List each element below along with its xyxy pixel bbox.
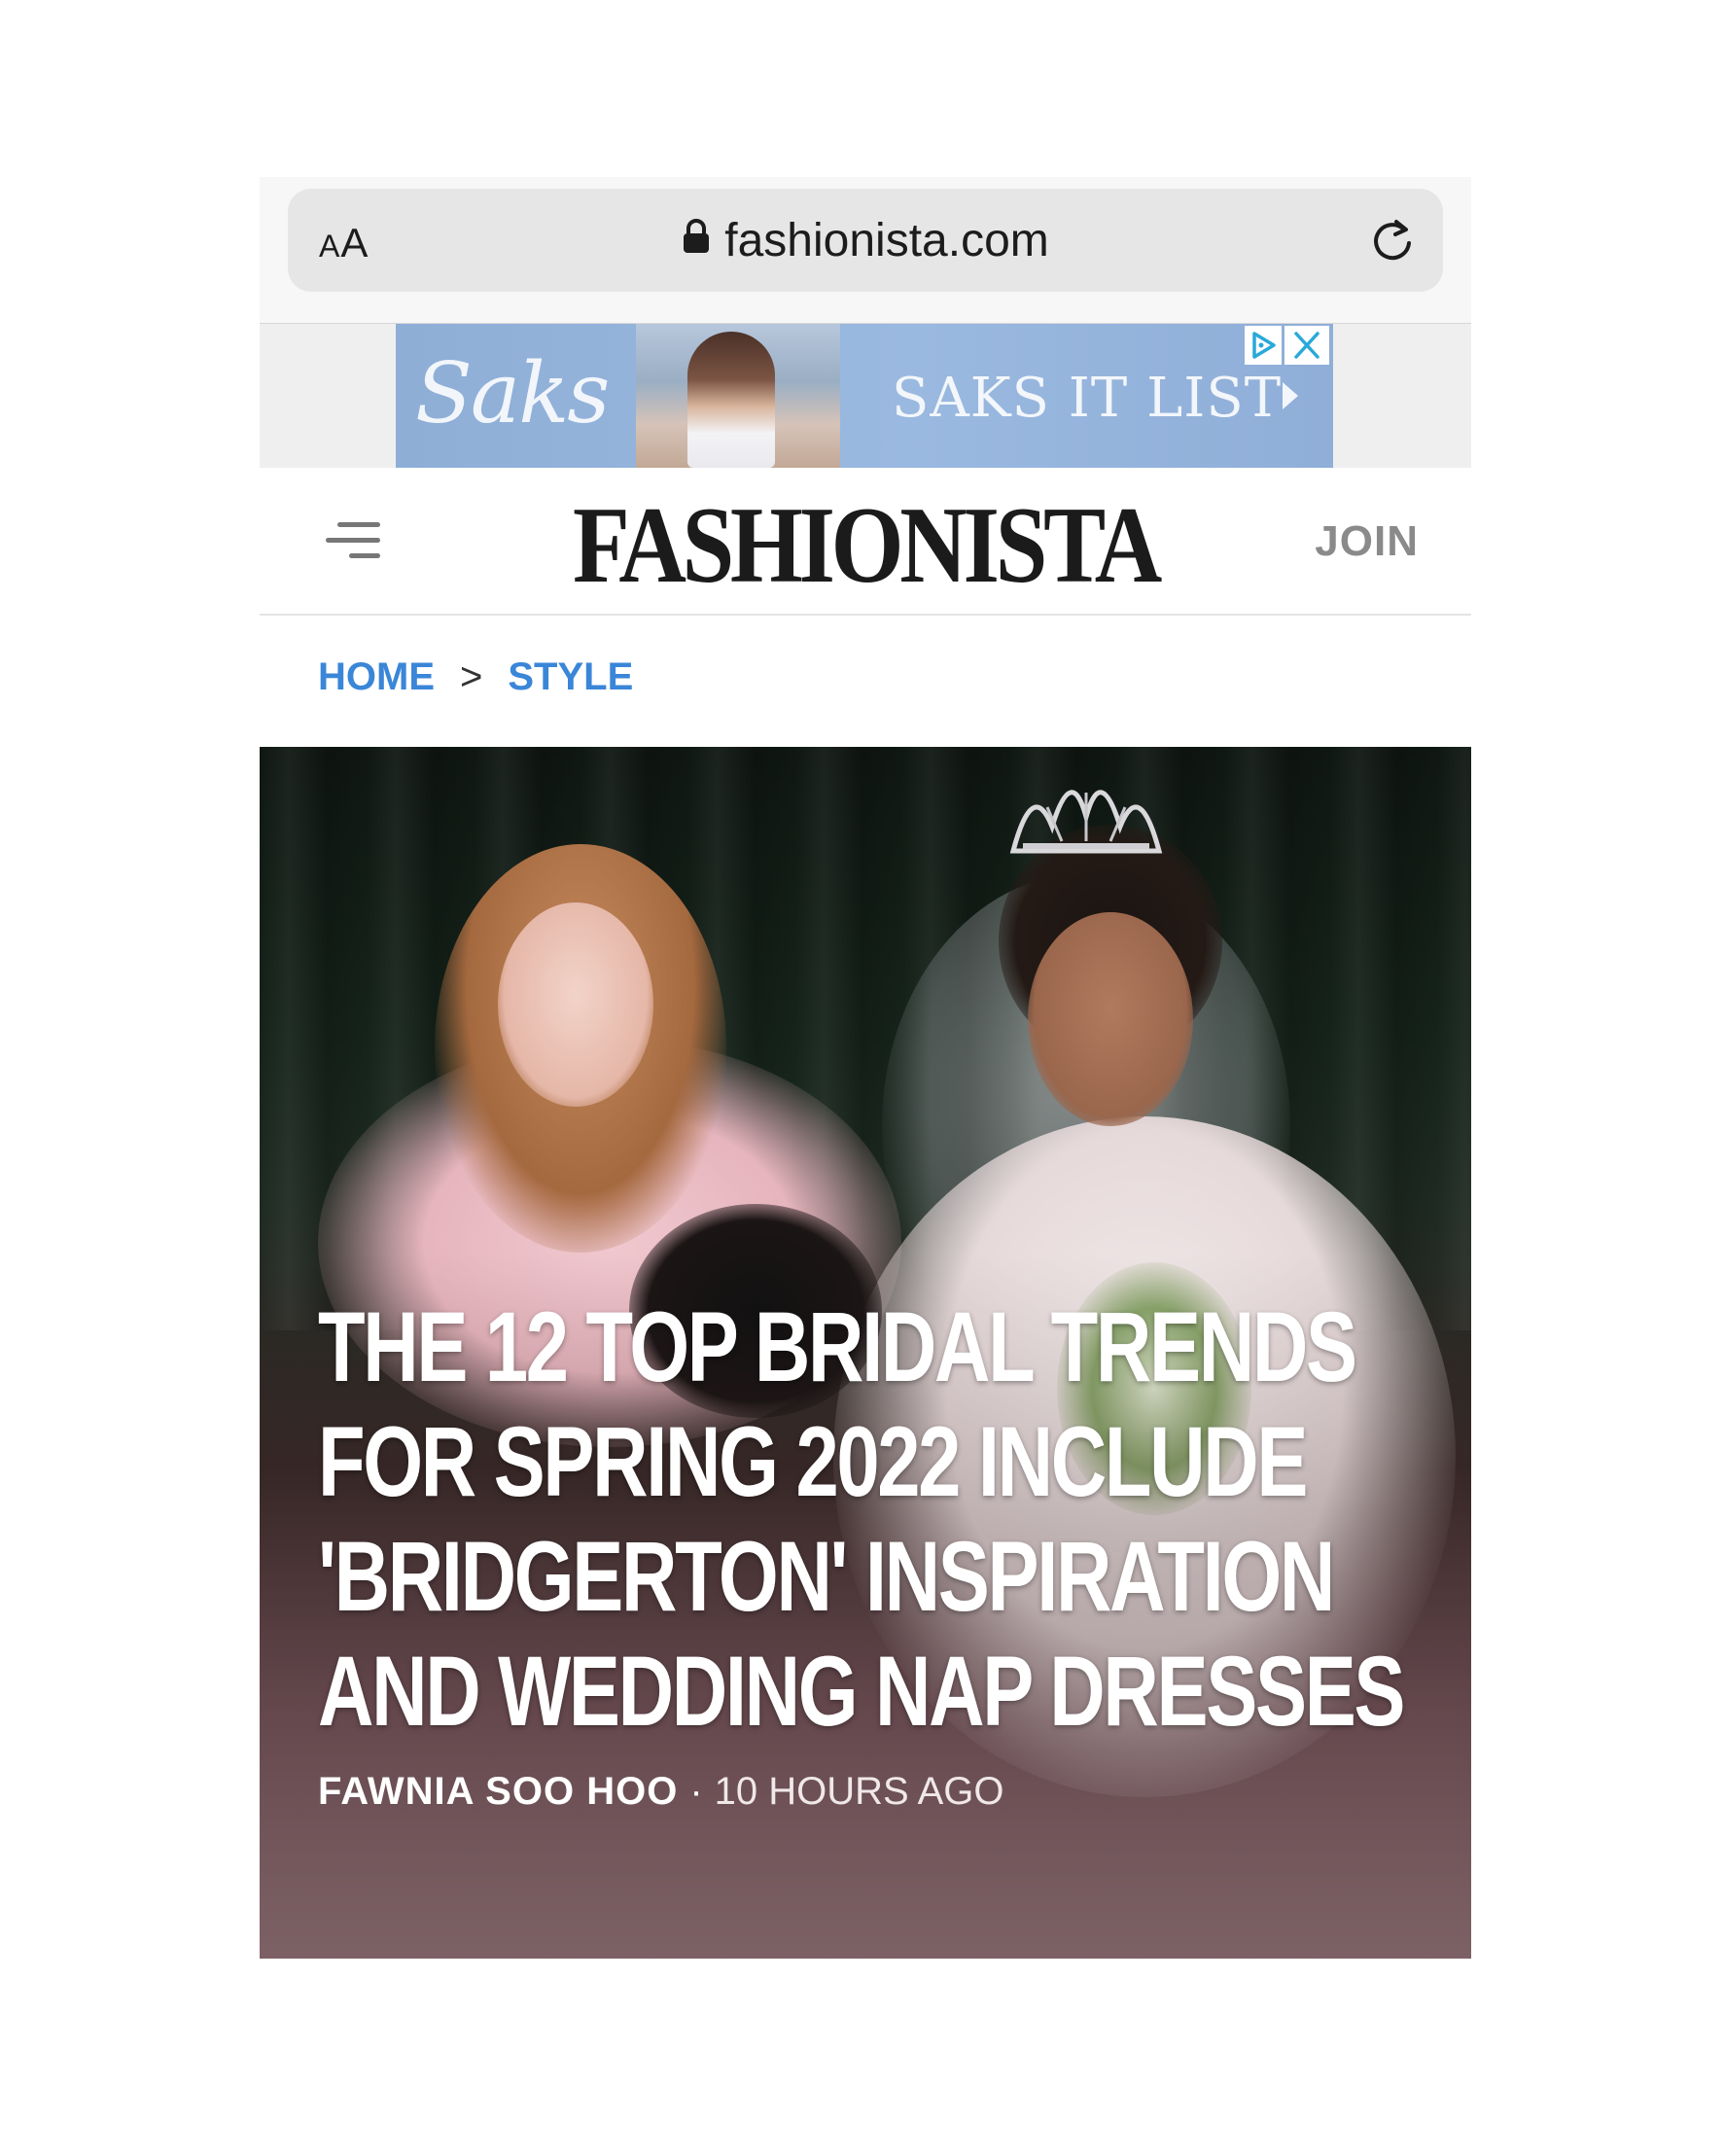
- hero-image[interactable]: THE 12 TOP BRIDAL TRENDS FOR SPRING 2022…: [260, 747, 1471, 1959]
- breadcrumb: HOME > STYLE: [318, 655, 633, 699]
- headline-line: FOR SPRING 2022 INCLUDE: [318, 1406, 1308, 1517]
- play-arrow-icon: [1283, 382, 1298, 409]
- article-byline: FAWNIA SOO HOO · 10 HOURS AGO: [318, 1770, 1004, 1814]
- headline-line: 'BRIDGERTON' INSPIRATION: [318, 1521, 1335, 1632]
- browser-chrome: AA fashionista.com: [260, 177, 1471, 324]
- byline-separator: ·: [689, 1770, 703, 1813]
- article-headline[interactable]: THE 12 TOP BRIDAL TRENDS FOR SPRING 2022…: [318, 1290, 1425, 1749]
- close-icon[interactable]: [1284, 326, 1329, 365]
- ad-row: Saks SAKS IT LIST: [260, 324, 1471, 468]
- headline-line: THE 12 TOP BRIDAL TRENDS: [318, 1291, 1357, 1402]
- author-name[interactable]: FAWNIA SOO HOO: [318, 1770, 678, 1813]
- tiara-icon: [1003, 759, 1169, 866]
- url-text: fashionista.com: [724, 215, 1049, 266]
- address-bar[interactable]: AA fashionista.com: [288, 189, 1443, 292]
- breadcrumb-style[interactable]: STYLE: [508, 655, 633, 698]
- ad-model-image: [687, 332, 775, 468]
- phone-screen: AA fashionista.com Saks SAKS IT LIST FAS…: [260, 177, 1471, 1959]
- publish-time: 10 HOURS AGO: [714, 1770, 1004, 1813]
- saks-ad-banner[interactable]: Saks SAKS IT LIST: [396, 324, 1333, 468]
- model-left-face: [498, 902, 653, 1107]
- model-right-face: [1028, 912, 1193, 1126]
- join-link[interactable]: JOIN: [1315, 517, 1419, 566]
- site-logo[interactable]: FASHIONISTA: [344, 483, 1387, 609]
- chevron-right-icon: >: [460, 655, 483, 698]
- breadcrumb-home[interactable]: HOME: [318, 655, 435, 698]
- reload-icon[interactable]: [1367, 216, 1418, 266]
- url-display[interactable]: fashionista.com: [288, 214, 1443, 267]
- adchoices-icon[interactable]: [1245, 326, 1282, 365]
- ad-brand-logo: Saks: [415, 345, 610, 442]
- lock-icon: [682, 213, 711, 266]
- site-header: FASHIONISTA JOIN: [260, 468, 1471, 616]
- headline-line: AND WEDDING NAP DRESSES: [318, 1636, 1405, 1747]
- ad-headline: SAKS IT LIST: [892, 367, 1283, 430]
